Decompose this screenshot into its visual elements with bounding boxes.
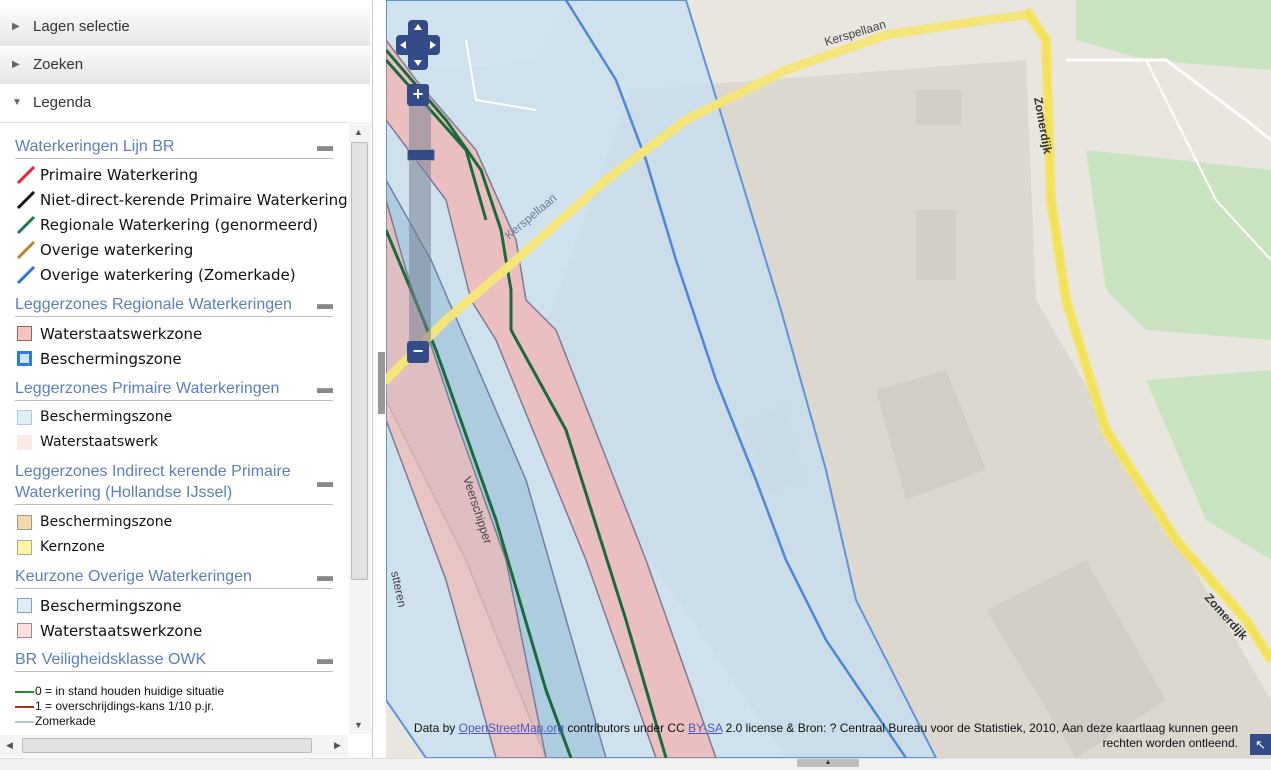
polygon-swatch-icon	[17, 435, 32, 450]
line-symbol-icon	[15, 706, 34, 708]
attribution-text: contributors under CC	[564, 721, 689, 735]
legend-item: Beschermingszone	[15, 512, 348, 536]
legend-vertical-scrollbar[interactable]: ▲ ▼	[349, 122, 371, 734]
polygon-swatch-icon	[17, 326, 32, 341]
legend-item: Waterstaatswerkzone	[15, 620, 348, 644]
collapse-section-button[interactable]: ▬	[317, 649, 333, 670]
legend-section-title: BR Veiligheidsklasse OWK ▬	[15, 649, 333, 672]
line-symbol-icon	[16, 240, 36, 260]
line-symbol-icon	[16, 190, 36, 210]
zoom-in-button[interactable]: +	[407, 84, 429, 106]
line-symbol-icon	[15, 691, 34, 693]
legend-item: Beschermingszone	[15, 595, 348, 619]
attribution-text: 2.0 license & Bron: ? Centraal Bureau vo…	[722, 721, 1238, 750]
bottom-bar	[0, 758, 1271, 770]
zoom-out-button[interactable]: −	[407, 341, 429, 363]
map-canvas[interactable]: Kerspellaan Kerspellaan Zomerdijk Zomerd…	[386, 0, 1271, 758]
legend-item: Primaire Waterkering	[15, 164, 348, 188]
legend-item: Niet-direct-kerende Primaire Waterkering	[15, 189, 348, 213]
polygon-swatch-icon	[17, 410, 32, 425]
polygon-swatch-icon	[17, 598, 32, 613]
attribution-text: Data by	[413, 721, 459, 735]
overview-map-toggle-icon[interactable]: ↖	[1250, 734, 1271, 755]
line-symbol-icon	[16, 165, 36, 185]
sidebar: ▶ Lagen selectie ▶ Zoeken ▼ Legenda Wate…	[0, 0, 373, 760]
license-link[interactable]: BY-SA	[688, 721, 722, 735]
polygon-swatch-icon	[17, 351, 32, 366]
expand-triangle-icon: ▶	[12, 21, 20, 32]
map-viewport[interactable]: Kerspellaan Kerspellaan Zomerdijk Zomerd…	[386, 0, 1271, 758]
collapse-section-button[interactable]: ▬	[317, 136, 333, 157]
map-attribution: Data by OpenStreetMap.org contributors u…	[386, 721, 1238, 751]
scroll-down-icon[interactable]: ▼	[354, 720, 363, 730]
polygon-swatch-icon	[17, 540, 32, 555]
line-symbol-icon	[16, 265, 36, 285]
pan-control[interactable]	[396, 20, 440, 70]
building	[916, 210, 956, 280]
panel-header-label: Legenda	[33, 94, 92, 111]
legend-section-title: Leggerzones Regionale Waterkeringen ▬	[15, 294, 333, 317]
collapse-section-button[interactable]: ▬	[317, 566, 333, 587]
bottom-panel-toggle-button[interactable]: ▲	[797, 759, 859, 767]
legend-section-title: Leggerzones Primaire Waterkeringen ▬	[15, 378, 333, 401]
panel-header-lagen-selectie[interactable]: ▶ Lagen selectie	[0, 8, 370, 47]
legend-panel: Waterkeringen Lijn BR ▬ Primaire Waterker…	[15, 136, 348, 728]
legend-item: Beschermingszone	[15, 407, 348, 431]
legend-item: Overige waterkering	[15, 239, 348, 263]
legend-section-title: Leggerzones Indirect kerende Primaire Wa…	[15, 461, 333, 505]
collapse-section-button[interactable]: ▬	[317, 294, 333, 315]
legend-item: Kernzone	[15, 537, 348, 561]
scroll-left-icon[interactable]: ◀	[6, 740, 13, 751]
zoom-slider-track[interactable]	[409, 106, 431, 346]
panel-header-label: Lagen selectie	[33, 18, 130, 35]
legend-item: Overige waterkering (Zomerkade)	[15, 264, 348, 288]
zoom-slider-thumb[interactable]	[407, 149, 435, 161]
collapse-section-button[interactable]: ▬	[317, 378, 333, 399]
expand-triangle-icon: ▶	[12, 59, 20, 70]
polygon-swatch-icon	[17, 515, 32, 530]
line-symbol-icon	[15, 721, 34, 723]
zoom-control[interactable]: + −	[407, 84, 435, 366]
collapse-triangle-icon: ▼	[12, 97, 22, 108]
scroll-up-icon[interactable]: ▲	[354, 127, 363, 137]
panel-header-label: Zoeken	[33, 56, 84, 73]
building	[916, 90, 961, 125]
panel-header-zoeken[interactable]: ▶ Zoeken	[0, 46, 370, 85]
legend-item: Beschermingszone	[15, 348, 348, 372]
scrollbar-thumb[interactable]	[351, 142, 368, 580]
collapse-section-button[interactable]: ▬	[317, 472, 333, 493]
legend-section-title: Keurzone Overige Waterkeringen ▬	[15, 566, 333, 589]
osm-link[interactable]: OpenStreetMap.org	[459, 721, 564, 735]
legend-item: Regionale Waterkering (genormeerd)	[15, 214, 348, 238]
polygon-swatch-icon	[17, 623, 32, 638]
scroll-right-icon[interactable]: ▶	[334, 740, 341, 751]
panel-header-legenda[interactable]: ▼ Legenda	[0, 84, 370, 123]
line-symbol-icon	[16, 215, 36, 235]
legend-item: Waterstaatswerk	[15, 432, 348, 456]
legend-section-title: Waterkeringen Lijn BR ▬	[15, 136, 333, 159]
scrollbar-thumb[interactable]	[22, 738, 312, 753]
legend-item: Waterstaatswerkzone	[15, 323, 348, 347]
panel-splitter-handle[interactable]	[378, 352, 385, 414]
legend-horizontal-scrollbar[interactable]: ◀ ▶	[0, 735, 348, 757]
